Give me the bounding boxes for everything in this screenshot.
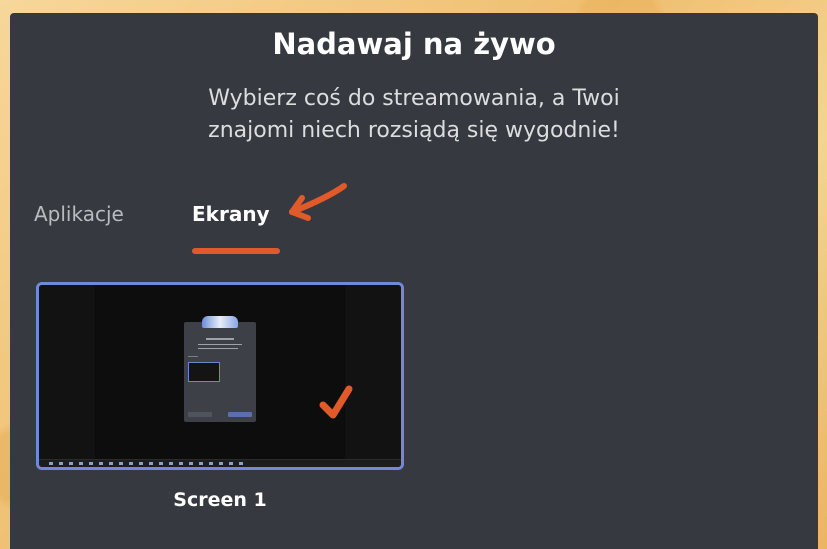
thumbnail-mini-title [206, 338, 234, 340]
thumbnail-mini-subtitle [198, 344, 242, 345]
go-live-dialog: Nadawaj na żywo Wybierz coś do streamowa… [10, 13, 818, 549]
dialog-subtitle-line2: znajomi niech rozsiądą się wygodnie! [208, 118, 620, 143]
thumbnail-mini-dialog [184, 316, 256, 422]
thumbnail-right-panel [345, 285, 401, 459]
tab-applications[interactable]: Aplikacje [34, 199, 124, 229]
thumbnail-mini-banner [202, 316, 238, 328]
dialog-title: Nadawaj na żywo [272, 27, 556, 61]
thumbnail-taskbar [39, 459, 401, 467]
arrow-icon [289, 183, 347, 221]
thumbnail-left-panel [39, 285, 95, 459]
thumbnail-taskbar-icons [49, 462, 243, 465]
dialog-subtitle: Wybierz coś do streamowania, a Twoi znaj… [10, 83, 818, 147]
thumbnail-mini-screen [188, 362, 220, 382]
thumbnail-mini-go-live [228, 412, 252, 417]
annotation-underline [192, 248, 280, 254]
checkmark-icon [319, 385, 353, 419]
screen-1-label: Screen 1 [173, 489, 267, 511]
dialog-subtitle-line1: Wybierz coś do streamowania, a Twoi [208, 86, 620, 111]
tab-screens[interactable]: Ekrany [192, 199, 270, 229]
thumbnail-mini-tab [188, 356, 198, 357]
thumbnail-mini-subtitle-2 [198, 348, 238, 349]
screen-1-thumbnail[interactable] [36, 282, 404, 470]
thumbnail-mini-cancel [188, 412, 212, 417]
